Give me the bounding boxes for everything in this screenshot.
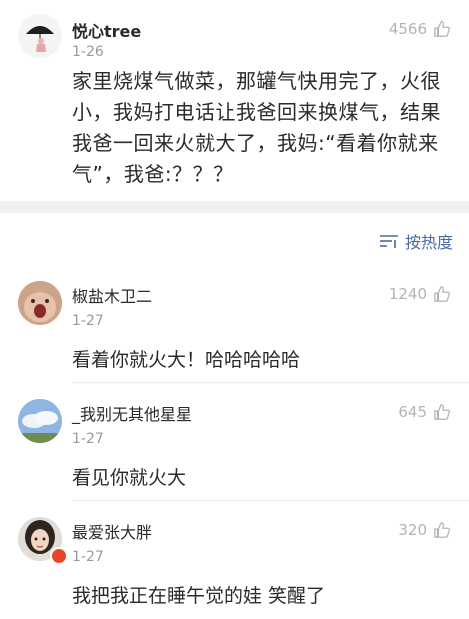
comment-text: 看见你就火大 (72, 467, 187, 489)
avatar[interactable] (18, 14, 62, 58)
comment-date: 1-27 (72, 313, 104, 329)
post-text: 家里烧煤气做菜，那罐气快用完了，火很小，我妈打电话让我爸回来换煤气，结果我爸一回… (72, 69, 441, 186)
comment-like-button[interactable]: 320 (398, 521, 451, 539)
main-post: 悦心tree 1-26 4566 家里烧煤气做菜，那罐气快用完了，火很小，我妈打… (0, 0, 469, 201)
post-like-count: 4566 (388, 20, 427, 38)
avatar[interactable] (18, 399, 62, 443)
comment-username[interactable]: _我别无其他星星 (72, 401, 192, 425)
umbrella-girl-avatar-icon (18, 14, 62, 58)
sort-label: 按热度 (404, 233, 453, 252)
post-like-button[interactable]: 4566 (389, 20, 451, 38)
sky-clouds-avatar-icon (18, 399, 62, 443)
post-date: 1-26 (72, 44, 104, 60)
sort-lines-icon (379, 235, 398, 248)
baby-face-avatar-icon (18, 281, 62, 325)
thumb-up-icon (434, 404, 450, 420)
comment-text: 看着你就火大！哈哈哈哈哈 (72, 349, 301, 371)
avatar[interactable] (18, 281, 62, 325)
comment-like-button[interactable]: 1240 (389, 285, 451, 303)
thumb-up-icon (434, 286, 450, 302)
sort-by-popularity-button[interactable]: 按热度 (379, 229, 453, 253)
comment-like-button[interactable]: 645 (398, 403, 451, 421)
section-divider (0, 201, 469, 213)
comment-like-count: 320 (398, 521, 427, 539)
sort-row: 按热度 (0, 213, 469, 265)
comment-date: 1-27 (72, 549, 104, 565)
comment-item: _我别无其他星星 1-27 645 看见你就火大 (0, 383, 469, 501)
comment-text: 我把我正在睡午觉的娃 笑醒了 (72, 585, 326, 607)
comment-item: 最爱张大胖 1-27 320 我把我正在睡午觉的娃 笑醒了 (0, 501, 469, 619)
thumb-up-icon (434, 522, 450, 538)
comment-username[interactable]: 椒盐木卫二 (72, 283, 152, 307)
thumb-up-icon (434, 21, 450, 37)
comment-like-count: 1240 (388, 285, 427, 303)
post-username[interactable]: 悦心tree (72, 18, 141, 42)
verified-badge-icon (50, 547, 68, 565)
comment-date: 1-27 (72, 431, 104, 447)
comment-item: 椒盐木卫二 1-27 1240 看着你就火大！哈哈哈哈哈 (0, 265, 469, 383)
comment-like-count: 645 (398, 403, 427, 421)
comment-username[interactable]: 最爱张大胖 (72, 519, 152, 543)
